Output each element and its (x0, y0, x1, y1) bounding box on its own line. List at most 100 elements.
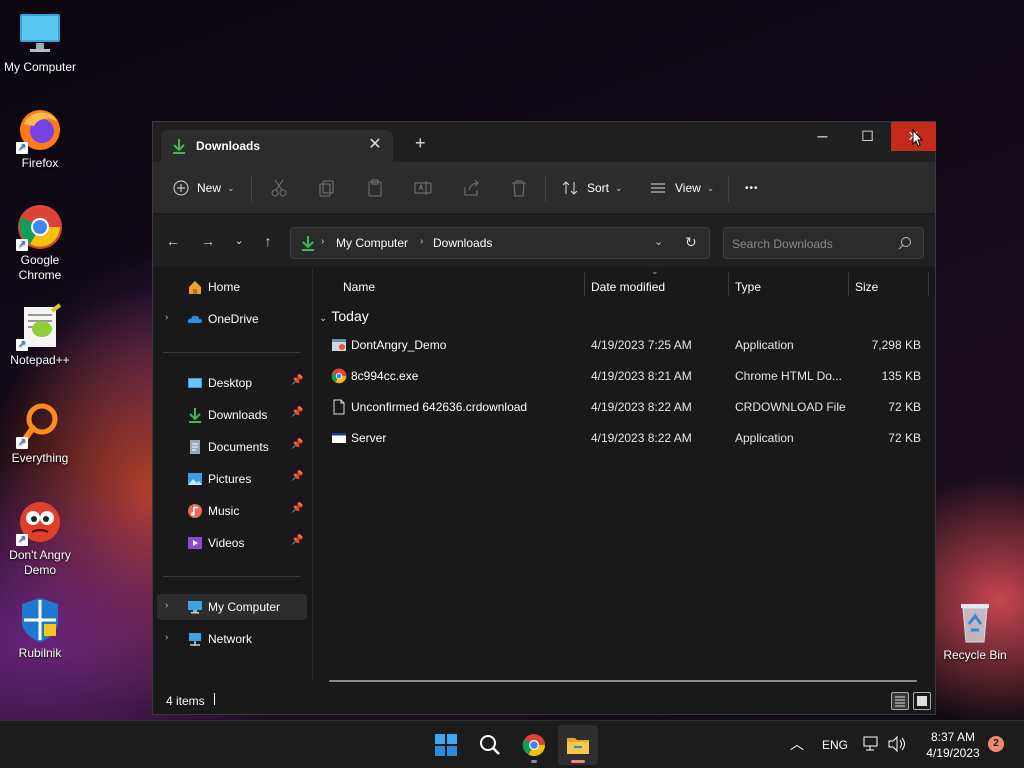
paste-icon[interactable] (365, 178, 385, 198)
file-row[interactable]: 8c994cc.exe 4/19/2023 8:21 AM Chrome HTM… (317, 361, 929, 391)
pin-icon[interactable]: 📌 (291, 439, 303, 453)
sort-button[interactable]: Sort ⌄ (561, 176, 623, 200)
up-button[interactable]: ↑ (258, 231, 278, 251)
close-tab-button[interactable]: ✕ (365, 135, 385, 155)
chevron-down-icon: ⌄ (615, 182, 623, 193)
taskbar-file-explorer[interactable] (558, 725, 598, 765)
view-button[interactable]: View ⌄ (649, 176, 714, 200)
sidebar-item-onedrive[interactable]: › OneDrive (157, 306, 307, 332)
taskbar-search-button[interactable] (470, 725, 510, 765)
back-button[interactable]: ← (163, 231, 183, 251)
details-view-button[interactable] (891, 692, 909, 710)
sidebar-item-my-computer[interactable]: › My Computer (157, 594, 307, 620)
system-clock[interactable]: 8:37 AM 4/19/2023 (920, 729, 986, 761)
pin-icon[interactable]: 📌 (291, 471, 303, 485)
desktop-icon-firefox[interactable]: ↗ Firefox (0, 106, 80, 171)
thumbnails-view-button[interactable] (913, 692, 931, 710)
refresh-button[interactable]: ↻ (685, 234, 697, 251)
file-row[interactable]: Server 4/19/2023 8:22 AM Application 72 … (317, 423, 929, 453)
pin-icon[interactable]: 📌 (291, 375, 303, 389)
search-input[interactable] (732, 234, 892, 254)
column-divider[interactable] (728, 272, 729, 296)
column-header-name[interactable]: Name (343, 280, 375, 294)
more-options-button[interactable]: ••• (745, 176, 759, 200)
file-explorer-icon (567, 738, 589, 754)
sidebar-item-videos[interactable]: Videos 📌 (157, 530, 307, 556)
column-header-type[interactable]: Type (735, 280, 761, 294)
breadcrumb-separator-icon: › (321, 236, 325, 247)
documents-icon (187, 439, 203, 455)
column-header-date[interactable]: Date modified (591, 280, 665, 294)
copy-icon[interactable] (317, 178, 337, 198)
column-divider[interactable] (848, 272, 849, 296)
desktop-icon-rubilnik[interactable]: Rubilnik (0, 596, 80, 661)
sidebar-item-label: Home (208, 280, 241, 294)
desktop-icon-notepadpp[interactable]: ↗ Notepad++ (0, 303, 80, 368)
shortcut-arrow-icon: ↗ (16, 437, 28, 449)
sidebar-item-network[interactable]: › Network (157, 626, 307, 652)
new-button[interactable]: New ⌄ (173, 176, 235, 200)
desktop-icon-my-computer[interactable]: My Computer (0, 10, 80, 75)
desktop-icon-label: Google Chrome (18, 253, 62, 282)
file-row[interactable]: Unconfirmed 642636.crdownload 4/19/2023 … (317, 392, 929, 422)
breadcrumb-my-computer[interactable]: My Computer (336, 236, 408, 250)
start-button[interactable] (426, 725, 466, 765)
desktop-icon-everything[interactable]: ↗ Everything (0, 401, 80, 466)
desktop-icon-chrome[interactable]: ↗ Google Chrome (0, 203, 80, 283)
column-header-size[interactable]: Size (855, 280, 878, 294)
notification-badge[interactable]: 2 (988, 736, 1004, 752)
maximize-button[interactable]: ☐ (845, 122, 890, 151)
file-type: CRDOWNLOAD File (735, 400, 846, 414)
volume-icon[interactable] (887, 735, 907, 755)
cut-icon[interactable] (269, 178, 289, 198)
computer-icon (187, 599, 203, 615)
show-hidden-icons-button[interactable]: ︿ (790, 734, 804, 754)
column-divider[interactable] (928, 272, 929, 296)
desktop-icon-recycle-bin[interactable]: Recycle Bin (935, 598, 1015, 663)
application-window-icon (331, 430, 347, 446)
file-row[interactable]: DontAngry_Demo 4/19/2023 7:25 AM Applica… (317, 330, 929, 360)
sidebar-item-documents[interactable]: Documents 📌 (157, 434, 307, 460)
address-bar[interactable]: › My Computer › Downloads ⌄ ↻ (290, 227, 710, 259)
search-box[interactable] (723, 227, 924, 259)
horizontal-scrollbar[interactable] (329, 680, 917, 682)
column-divider[interactable] (584, 272, 585, 296)
delete-icon[interactable] (509, 178, 529, 198)
pin-icon[interactable]: 📌 (291, 407, 303, 421)
pin-icon[interactable]: 📌 (291, 535, 303, 549)
sidebar-item-pictures[interactable]: Pictures 📌 (157, 466, 307, 492)
group-header-today[interactable]: ⌄ Today (319, 308, 369, 324)
file-type: Application (735, 431, 794, 445)
forward-button[interactable]: → (198, 231, 218, 251)
rename-icon[interactable] (413, 178, 433, 198)
blank-file-icon (331, 399, 347, 415)
status-bar: 4 items (153, 688, 935, 714)
pin-icon[interactable]: 📌 (291, 503, 303, 517)
recent-locations-button[interactable]: ⌄ (229, 231, 249, 251)
file-size: 72 KB (888, 400, 921, 414)
sidebar-item-music[interactable]: Music 📌 (157, 498, 307, 524)
chevron-right-icon[interactable]: › (165, 632, 168, 643)
file-date: 4/19/2023 7:25 AM (591, 338, 692, 352)
sidebar-item-downloads[interactable]: Downloads 📌 (157, 402, 307, 428)
divider (163, 576, 300, 577)
sidebar-item-desktop[interactable]: Desktop 📌 (157, 370, 307, 396)
search-icon[interactable] (898, 236, 912, 253)
taskbar-chrome[interactable] (514, 725, 554, 765)
language-indicator[interactable]: ENG (822, 738, 848, 754)
address-dropdown-button[interactable]: ⌄ (654, 235, 663, 248)
tab-downloads[interactable]: Downloads ✕ (161, 130, 393, 162)
desktop-icon-dontangry[interactable]: ↗ Don't Angry Demo (0, 498, 80, 578)
sidebar-item-home[interactable]: Home (157, 274, 307, 300)
share-icon[interactable] (461, 178, 481, 198)
chrome-file-icon (331, 368, 347, 384)
network-status-icon[interactable] (862, 735, 880, 755)
chrome-icon: ↗ (16, 203, 64, 251)
firefox-icon: ↗ (16, 106, 64, 154)
sidebar-item-label: Pictures (208, 472, 252, 486)
minimize-button[interactable]: ─ (800, 122, 845, 151)
breadcrumb-downloads[interactable]: Downloads (433, 236, 492, 250)
chevron-right-icon[interactable]: › (165, 312, 168, 323)
new-tab-button[interactable]: + (415, 134, 426, 152)
chevron-right-icon[interactable]: › (165, 600, 168, 611)
